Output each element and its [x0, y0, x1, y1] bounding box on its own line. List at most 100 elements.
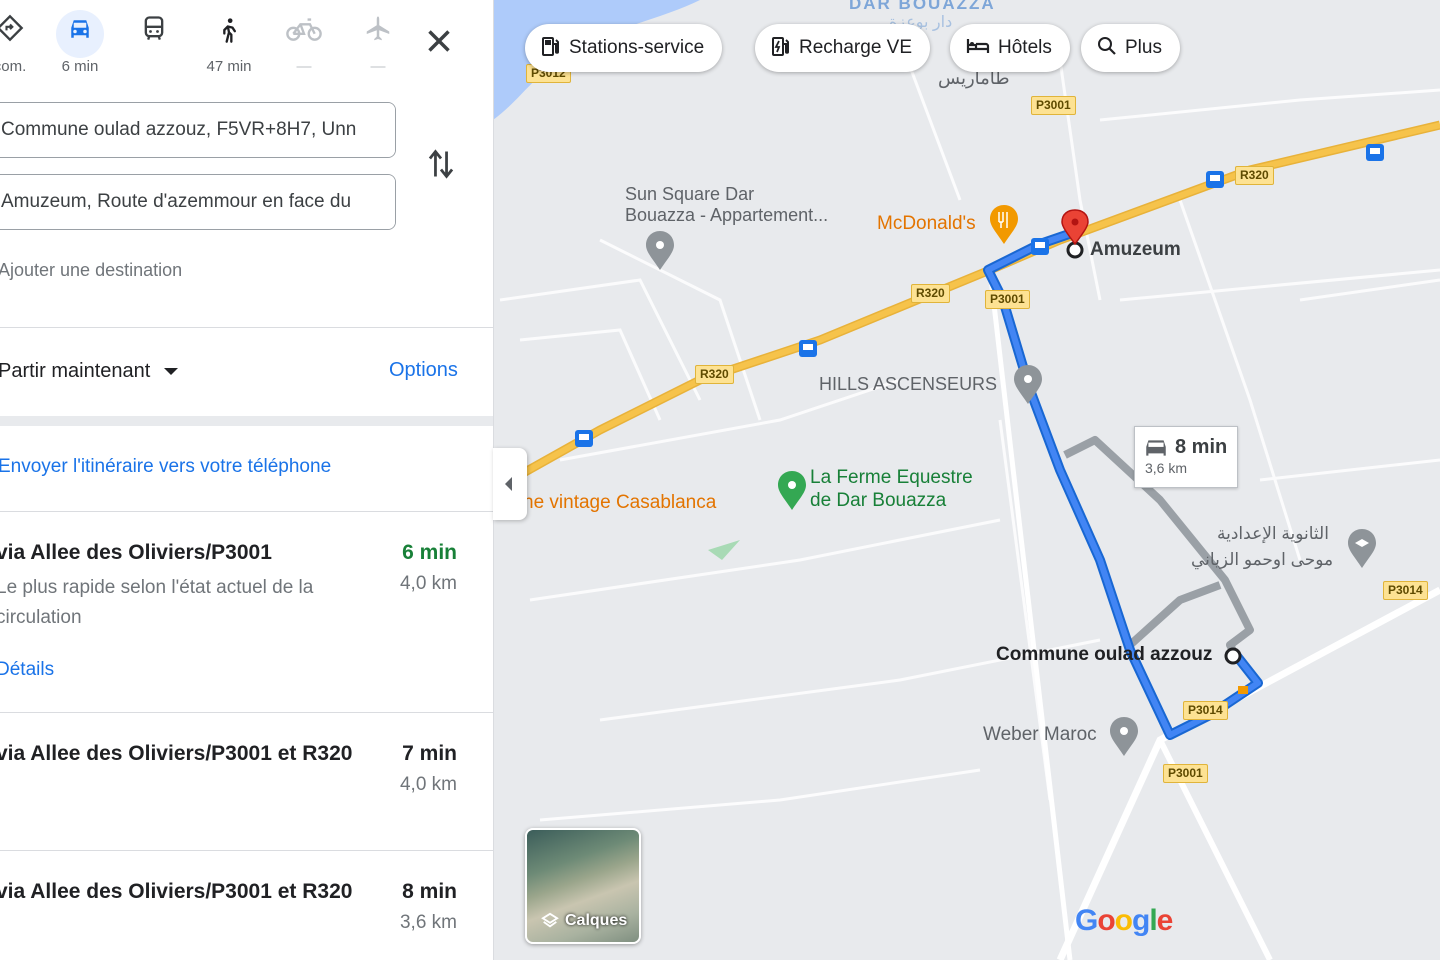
- divider: [0, 416, 493, 426]
- mode-cycling[interactable]: —: [276, 10, 332, 86]
- route-name: via Allee des Oliviers/P3001 et R320: [0, 742, 353, 765]
- place-label-mcdonalds[interactable]: McDonald's: [877, 213, 976, 235]
- collapse-panel-button[interactable]: [493, 448, 527, 520]
- chip-gas-stations[interactable]: Stations-service: [525, 24, 723, 72]
- layers-icon: [541, 912, 559, 928]
- chip-hotels[interactable]: Hôtels: [950, 24, 1070, 72]
- divider: [0, 327, 493, 328]
- chip-label: Stations-service: [569, 37, 705, 58]
- road-tag: P3001: [1031, 96, 1076, 115]
- route-distance: 3,6 km: [399, 912, 457, 933]
- park-area: [708, 540, 740, 560]
- route-distance: 4,0 km: [399, 774, 457, 795]
- best-route-icon: [0, 10, 38, 54]
- place-label-sun-square[interactable]: Sun Square Dar: [625, 184, 754, 205]
- place-label-vintage[interactable]: he vintage Casablanca: [523, 492, 716, 514]
- swap-button[interactable]: [424, 146, 458, 182]
- bicycle-icon: [276, 10, 332, 54]
- place-label-sun-square[interactable]: Bouazza - Appartement...: [625, 205, 828, 226]
- road-tag: R320: [1235, 166, 1274, 185]
- close-button[interactable]: [420, 22, 458, 60]
- ev-charging-icon: [772, 36, 789, 56]
- place-label-school[interactable]: موحى اوحمو الزياني: [1191, 550, 1333, 570]
- origin-value: Commune oulad azzouz, F5VR+8H7, Unn: [1, 119, 357, 140]
- place-label-weber[interactable]: Weber Maroc: [983, 724, 1097, 746]
- road-tag: P3001: [985, 290, 1030, 309]
- chip-label: Plus: [1125, 37, 1162, 58]
- chip-more[interactable]: Plus: [1081, 24, 1180, 72]
- mode-walking-label: 47 min: [206, 58, 252, 75]
- place-label-school[interactable]: الثانوية الإعدادية: [1217, 524, 1329, 544]
- alt-route-distance: 3,6 km: [1145, 460, 1188, 476]
- directions-panel: com. 6 min 47 min —: [0, 0, 494, 960]
- mode-flight[interactable]: —: [350, 10, 406, 86]
- route-option-1[interactable]: via Allee des Oliviers/P3001 6 min 4,0 k…: [0, 535, 493, 705]
- transit-icon: [126, 10, 182, 54]
- walking-icon: [201, 10, 257, 54]
- divider: [0, 850, 493, 851]
- chip-label: Recharge VE: [799, 37, 913, 58]
- search-icon: [1098, 36, 1116, 55]
- place-label-commune[interactable]: Commune oulad azzouz: [996, 644, 1212, 666]
- mode-transit[interactable]: [126, 10, 182, 86]
- depart-dropdown[interactable]: Partir maintenant: [0, 360, 179, 383]
- road-tag: P3014: [1183, 701, 1228, 720]
- route-time: 6 min: [402, 541, 457, 564]
- car-icon: [1146, 440, 1166, 456]
- destination-value: Amuzeum, Route d'azemmour en face du: [1, 191, 352, 212]
- route-details-link[interactable]: Détails: [0, 659, 54, 681]
- hotel-bed-icon: [966, 38, 990, 53]
- mode-cycling-label: —: [296, 58, 312, 75]
- divider: [0, 712, 493, 713]
- place-label-ferme[interactable]: de Dar Bouazza: [810, 490, 946, 512]
- place-label-amuzeum[interactable]: Amuzeum: [1090, 239, 1181, 261]
- origin-marker: [1224, 647, 1242, 665]
- highway-r320: [493, 122, 1440, 493]
- divider: [0, 511, 493, 512]
- chip-label: Hôtels: [998, 37, 1052, 58]
- travel-mode-bar: com. 6 min 47 min —: [0, 0, 493, 96]
- mode-walking[interactable]: 47 min: [201, 10, 257, 86]
- mode-flight-label: —: [370, 58, 386, 75]
- mode-driving-label: 6 min: [61, 58, 99, 75]
- airplane-icon: [350, 10, 406, 54]
- route-time: 7 min: [402, 742, 457, 765]
- route-name: via Allee des Oliviers/P3001: [0, 541, 272, 564]
- alt-route-callout[interactable]: 8 min 3,6 km: [1134, 426, 1238, 488]
- send-to-phone-link[interactable]: Envoyer l'itinéraire vers votre téléphon…: [0, 456, 331, 478]
- route-name: via Allee des Oliviers/P3001 et R320: [0, 880, 353, 903]
- origin-input[interactable]: Commune oulad azzouz, F5VR+8H7, Unn: [0, 102, 396, 158]
- alt-route-time: 8 min: [1175, 436, 1228, 458]
- place-label-hills[interactable]: HILLS ASCENSEURS: [819, 374, 997, 395]
- road-tag: R320: [695, 365, 734, 384]
- alt-route-2: [1127, 581, 1222, 648]
- route-time: 8 min: [402, 880, 457, 903]
- highway-r320-outline: [493, 120, 1440, 494]
- chip-ev-charging[interactable]: Recharge VE: [755, 24, 931, 72]
- chevron-down-icon: [164, 368, 179, 376]
- traffic-marker: [1238, 686, 1248, 694]
- road-tag: P3001: [1163, 764, 1208, 783]
- route-option-2[interactable]: via Allee des Oliviers/P3001 et R320 7 m…: [0, 736, 493, 846]
- road-tag: R320: [911, 284, 950, 303]
- add-destination[interactable]: Ajouter une destination: [0, 260, 182, 281]
- map-canvas[interactable]: DAR BOUAZZA دار بوعزة طاماريس Sun Square…: [493, 0, 1440, 960]
- mode-best-label: com.: [0, 58, 27, 75]
- route-option-3[interactable]: via Allee des Oliviers/P3001 et R320 8 m…: [0, 874, 493, 960]
- close-icon: [428, 30, 450, 52]
- layers-label: Calques: [565, 912, 628, 929]
- mode-driving[interactable]: 6 min: [52, 10, 108, 86]
- google-logo: Google: [1075, 904, 1173, 937]
- route-distance: 4,0 km: [399, 573, 457, 594]
- depart-label: Partir maintenant: [0, 360, 151, 382]
- place-label-ferme[interactable]: La Ferme Equestre: [810, 467, 973, 489]
- options-button[interactable]: Options: [389, 359, 458, 382]
- destination-input[interactable]: Amuzeum, Route d'azemmour en face du: [0, 174, 396, 230]
- layers-button[interactable]: Calques: [525, 828, 641, 944]
- chevron-left-icon: [505, 477, 512, 491]
- road-tag: P3014: [1383, 581, 1428, 600]
- gas-station-icon: [542, 36, 559, 56]
- swap-icon: [428, 149, 454, 179]
- mode-best[interactable]: com.: [0, 10, 38, 86]
- route-description: Le plus rapide selon l'état actuel de la…: [0, 577, 314, 628]
